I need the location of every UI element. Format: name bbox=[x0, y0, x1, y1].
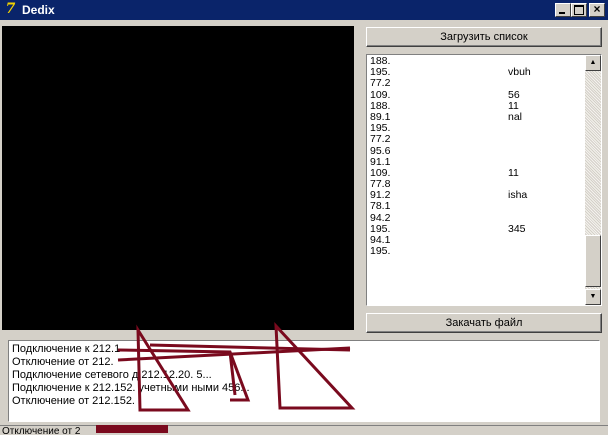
title-bar[interactable]: 7 Dedix × bbox=[0, 0, 608, 20]
app-logo-icon: 7 bbox=[5, 1, 16, 17]
server-name: 345 bbox=[508, 222, 526, 235]
list-scrollbar[interactable]: ▲ ▼ bbox=[585, 55, 601, 305]
list-item[interactable]: 94.1 bbox=[370, 235, 582, 246]
server-name: nal bbox=[508, 110, 523, 123]
list-item[interactable]: 77.8 bbox=[370, 179, 582, 190]
status-text: Отключение от 2 bbox=[2, 427, 81, 435]
server-list-rows: 188. 195. vbuh 77.2 109. 56 188. 11 89.1 nal 195. 7… bbox=[370, 56, 582, 257]
server-ip: 109. bbox=[370, 88, 391, 101]
log-line: Отключение от 212.152. bbox=[12, 395, 135, 407]
list-item[interactable]: 188. bbox=[370, 56, 582, 67]
scroll-up-button[interactable]: ▲ bbox=[585, 55, 601, 71]
maximize-button[interactable] bbox=[571, 3, 587, 17]
server-ip: 78.1 bbox=[370, 200, 391, 213]
log-box[interactable]: Подключение к 212.1 Отключение от 212. П… bbox=[8, 340, 600, 422]
minimize-icon bbox=[559, 12, 565, 14]
server-name: 56 bbox=[508, 88, 520, 101]
list-item[interactable]: 95.6 bbox=[370, 144, 582, 157]
server-name: isha bbox=[508, 189, 528, 202]
list-item[interactable]: 94.2 bbox=[370, 211, 582, 224]
list-item[interactable]: 109. 11 bbox=[370, 166, 582, 179]
server-listbox[interactable]: 188. 195. vbuh 77.2 109. 56 188. 11 89.1 nal 195. 7… bbox=[366, 54, 602, 306]
list-item[interactable]: 89.1 nal bbox=[370, 110, 582, 123]
log-line: Подключение к 212.152. учетными ными 456… bbox=[12, 382, 250, 394]
list-item[interactable]: 91.1 bbox=[370, 156, 582, 168]
server-ip: 94.2 bbox=[370, 211, 391, 224]
server-ip: 77.2 bbox=[370, 133, 391, 146]
log-line: Отключение от 212. bbox=[12, 356, 114, 368]
server-ip: 95.6 bbox=[370, 144, 391, 157]
scroll-down-button[interactable]: ▼ bbox=[585, 289, 601, 305]
list-item[interactable]: 78.1 bbox=[370, 201, 582, 212]
list-item[interactable]: 188. 11 bbox=[370, 100, 582, 112]
list-item[interactable]: 77.2 bbox=[370, 134, 582, 145]
download-file-button[interactable]: Закачать файл bbox=[366, 313, 602, 333]
server-name: vbuh bbox=[508, 66, 531, 79]
list-item[interactable]: 195. 345 bbox=[370, 222, 582, 235]
load-list-button[interactable]: Загрузить список bbox=[366, 27, 602, 47]
server-name: 11 bbox=[508, 166, 519, 179]
list-item[interactable]: 91.2 isha bbox=[370, 190, 582, 201]
log-line: Подключение к 212.1 bbox=[12, 343, 121, 355]
list-item[interactable]: 195. bbox=[370, 246, 582, 257]
list-item[interactable]: 195. bbox=[370, 123, 582, 134]
scroll-thumb[interactable] bbox=[585, 235, 601, 287]
log-line: Подключение сетевого д 212.12.20. 5... bbox=[12, 369, 212, 381]
server-ip: 195. bbox=[370, 245, 391, 258]
server-ip: 77.2 bbox=[370, 77, 391, 90]
screen-preview bbox=[2, 26, 354, 330]
window-title: Dedix bbox=[22, 3, 55, 17]
maximize-icon bbox=[574, 5, 584, 15]
list-item[interactable]: 195. vbuh bbox=[370, 67, 582, 78]
close-icon: × bbox=[593, 2, 601, 16]
list-item[interactable]: 77.2 bbox=[370, 78, 582, 89]
minimize-button[interactable] bbox=[555, 3, 571, 17]
list-item[interactable]: 109. 56 bbox=[370, 88, 582, 101]
close-button[interactable]: × bbox=[589, 2, 605, 17]
